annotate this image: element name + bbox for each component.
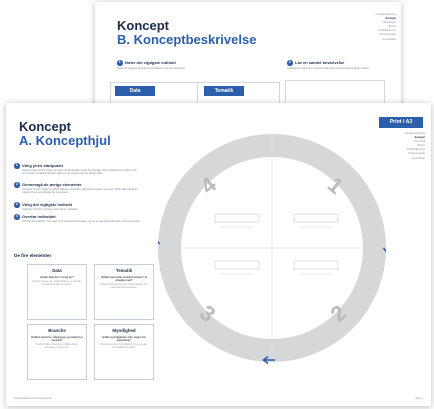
back-label-tematik: Tematik: [204, 86, 244, 96]
front-sheet: Koncept A. Koncepthjul Print i A3 Forsid…: [6, 103, 431, 406]
back-step-1-bullet: 1: [117, 60, 123, 66]
back-step-2-heading: Lav en samlet beskrivelse: [295, 60, 345, 65]
front-nav-item[interactable]: Forretningsidé: [405, 152, 425, 156]
back-step-1-heading: Noter det vigtigste indhold: [125, 60, 176, 65]
step-1-text: Start ved det punkt i hjulet, der giver …: [22, 169, 138, 176]
back-nav-item[interactable]: Forretningsidé: [376, 33, 396, 37]
card-data-title: Data: [52, 268, 62, 273]
back-nav: Forsidevejledning Koncept Teknologier Be…: [376, 13, 396, 42]
front-nav: Forsidevejledning Koncept Teknologi Beho…: [405, 132, 425, 161]
concept-wheel: 4 1 3 2: [158, 134, 386, 365]
card-branche-title: Branche: [48, 328, 66, 333]
step-1-bullet: 1: [14, 163, 20, 169]
step-4-text: Overfør det indhold, I har valgt, til B.…: [22, 220, 141, 223]
back-step-1-text: Noter de vigtigste fund fra Konceptkorte…: [117, 67, 186, 70]
back-title: Koncept: [117, 18, 169, 33]
back-step-2-bullet: 2: [287, 60, 293, 66]
card-branche-subtitle: Hvilken branche, målgruppe og marked er …: [31, 335, 83, 342]
elements-heading: De fire elementer: [14, 253, 52, 258]
card-data-subtitle: Hvilke data har vi brug for?: [40, 275, 74, 279]
step-3-text: Vælg det indhold, I vil tage med videre …: [22, 208, 79, 211]
wheel-field-top-left[interactable]: [214, 213, 260, 223]
wheel-field-bottom-right[interactable]: [293, 260, 339, 270]
step-4-heading: Overfør indholdet: [22, 214, 56, 219]
back-step-2-text: Udarbejd en tekst til en samlet beskrive…: [287, 67, 371, 70]
step-2-heading: Gennemgå de øvrige elementer: [22, 182, 82, 187]
card-tematik: Tematik Hvilket tema eller problem ønske…: [94, 264, 154, 320]
front-nav-item[interactable]: Anvendelse: [405, 157, 425, 161]
wheel-field-bottom-left[interactable]: [214, 260, 260, 270]
card-tematik-title: Tematik: [115, 268, 133, 273]
card-data-desc: Beskriv de data, der skal indsamles, og …: [32, 280, 82, 286]
back-label-data: Data: [115, 86, 155, 96]
card-myndighed-desc: Beskriv relevante myndigheder, love og r…: [100, 344, 148, 350]
card-branche-desc: Beskriv hvilken branche og hvilke aktøre…: [36, 344, 78, 350]
card-data: Data Hvilke data har vi brug for? Beskri…: [27, 264, 87, 320]
back-nav-item[interactable]: Anvendelse: [376, 38, 396, 42]
back-subtitle: B. Konceptbeskrivelse: [117, 32, 257, 47]
step-2-text: Arbejd jer rundt i hjulet og udfyld felt…: [22, 188, 138, 195]
card-myndighed-title: Myndighed: [112, 328, 136, 333]
card-tematik-desc: Beskriv det tema eller den problemstilli…: [100, 284, 148, 290]
footer-left: www.datadreven-forretning.dk: [14, 396, 52, 400]
step-4-bullet: 4: [14, 214, 20, 220]
step-3-bullet: 3: [14, 202, 20, 208]
step-3-heading: Vælg det vigtigste indhold: [22, 202, 72, 207]
card-branche: Branche Hvilken branche, målgruppe og ma…: [27, 324, 87, 380]
step-1-heading: Vælg jeres startpunkt: [22, 163, 63, 168]
front-subtitle: A. Koncepthjul: [19, 133, 111, 148]
wheel-field-top-right[interactable]: [293, 213, 339, 223]
card-myndighed-subtitle: Hvilke myndigheder eller regler har bety…: [102, 335, 146, 342]
card-tematik-subtitle: Hvilket tema eller problem ønsker I at a…: [101, 275, 147, 282]
footer-right: Side 1: [415, 396, 423, 400]
front-title: Koncept: [19, 119, 71, 134]
step-2-bullet: 2: [14, 182, 20, 188]
card-myndighed: Myndighed Hvilke myndigheder eller regle…: [94, 324, 154, 380]
